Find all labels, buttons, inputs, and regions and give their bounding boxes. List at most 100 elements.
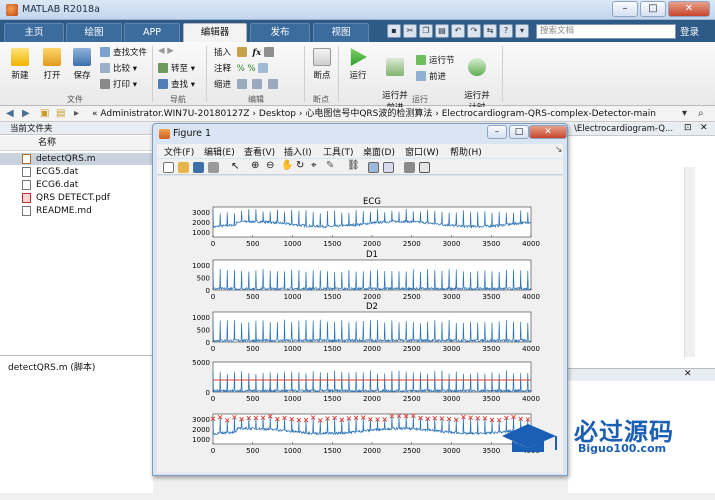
zoom-in-icon[interactable]: ⊕ [251,160,262,171]
menu-dock-icon[interactable]: ↘ [555,145,563,155]
file-row[interactable]: ECG6.dat [0,179,153,191]
x-tick-label: 3500 [482,395,500,403]
save-qat-icon[interactable]: ▪ [387,24,401,38]
maximize-button[interactable]: □ [640,1,666,17]
back-forward-icons[interactable]: ◀ ▶ [158,46,174,56]
rotate-icon[interactable]: ↻ [296,160,307,171]
file-row[interactable]: README.md [0,205,153,217]
figure-minimize-button[interactable]: – [487,125,507,139]
edit-plot-icon[interactable]: ↖ [231,161,242,172]
forward-arrow-icon[interactable]: ▶ [22,108,30,119]
tab-plots[interactable]: 绘图 [66,23,122,42]
indent-button[interactable]: 缩进 [214,78,281,90]
tab-view[interactable]: 视图 [313,23,369,42]
menu-view[interactable]: 查看(V) [244,145,275,158]
tab-home[interactable]: 主页 [4,23,64,42]
browse-folder-icon[interactable]: ▤ [56,108,65,119]
copy-qat-icon[interactable]: ❐ [419,24,433,38]
address-dropdown-icon[interactable]: ▾ [682,108,687,119]
search-docs-input[interactable]: 搜索文档 [536,24,676,39]
show-plot-tools-icon[interactable] [419,162,430,173]
compare-label: 比较 [113,64,131,74]
menu-insert[interactable]: 插入(I) [284,145,312,158]
editor-undock-icon[interactable]: ⊡ [684,123,692,133]
switch-window-icon[interactable]: ⇆ [483,24,497,38]
find-label: 查找 [171,80,189,90]
data-cursor-icon[interactable]: ⌖ [311,160,322,171]
uncomment-icon: % [247,64,256,74]
editor-close-icon[interactable]: ✕ [700,123,708,133]
insert-label: 插入 [214,48,232,58]
file-row[interactable]: detectQRS.m [0,153,153,165]
legend-icon[interactable] [383,162,394,173]
brush-icon[interactable]: ✎ [326,160,337,171]
insert-button[interactable]: 插入 fx [214,46,277,58]
subplot-axes [212,311,532,343]
new-button[interactable]: 新建 [6,48,34,81]
menu-desktop[interactable]: 桌面(D) [363,145,395,158]
breakpoints-button[interactable]: 断点 [308,48,336,81]
address-search-icon[interactable]: ⌕ [698,108,704,119]
paste-qat-icon[interactable]: ▤ [435,24,449,38]
tab-publish[interactable]: 发布 [250,23,310,42]
name-column-header[interactable]: 名称 [0,136,153,151]
path-dropdown-icon[interactable]: ▸ [74,108,79,119]
tab-editor[interactable]: 编辑器 [183,23,247,42]
file-row[interactable]: QRS DETECT.pdf [0,192,153,204]
menu-file[interactable]: 文件(F) [164,145,194,158]
help-qat-icon[interactable]: ? [499,24,513,38]
y-tick-label: 5000 [192,359,210,367]
find-button[interactable]: 查找 ▾ [158,78,195,90]
x-tick-label: 2000 [363,240,381,248]
menu-tools[interactable]: 工具(T) [323,145,354,158]
hide-plot-tools-icon[interactable] [404,162,415,173]
new-figure-icon[interactable] [163,162,174,173]
close-button[interactable]: ✕ [668,1,710,17]
link-plot-icon[interactable]: ⛓ [347,160,360,171]
ribbon: 新建 打开 保存 查找文件 比较 ▾ 打印 ▾ 文件 ◀ ▶ 转至 ▾ 查找 ▾… [0,42,715,113]
find-files-button[interactable]: 查找文件 [100,46,147,58]
workspace-close-icon[interactable]: ✕ [684,369,692,379]
y-tick-label: 0 [206,339,210,347]
save-button[interactable]: 保存 [68,48,96,81]
qat-dropdown-icon[interactable]: ▾ [515,24,529,38]
colorbar-icon[interactable] [368,162,379,173]
x-tick-label: 0 [211,345,215,353]
undo-qat-icon[interactable]: ↶ [451,24,465,38]
print-button[interactable]: 打印 ▾ [100,78,137,90]
run-button[interactable]: 运行 [344,48,372,81]
comment-button[interactable]: 注释 % % [214,62,271,74]
file-name: ECG6.dat [36,180,79,190]
x-tick-label: 0 [211,240,215,248]
compare-button[interactable]: 比较 ▾ [100,62,137,74]
subplot-axes [212,259,532,291]
minimize-button[interactable]: – [612,1,638,17]
print-figure-icon[interactable] [208,162,219,173]
save-figure-icon[interactable] [193,162,204,173]
login-link[interactable]: 登录 [680,24,699,38]
back-arrow-icon[interactable]: ◀ [6,108,14,119]
zoom-out-icon[interactable]: ⊖ [266,160,277,171]
pan-icon[interactable]: ✋ [281,160,293,171]
folder-up-icon[interactable]: ▣ [40,108,49,119]
advance-button[interactable]: 前进 [416,70,446,82]
y-tick-label: 1000 [192,314,210,322]
x-tick-label: 3000 [443,293,461,301]
editor-scrollbar[interactable] [684,167,695,357]
x-tick-label: 3500 [482,240,500,248]
figure-close-button[interactable]: ✕ [529,125,567,139]
tab-apps[interactable]: APP [124,23,180,42]
run-section-button[interactable]: 运行节 [416,54,455,66]
open-button[interactable]: 打开 [38,48,66,81]
menu-edit[interactable]: 编辑(E) [204,145,235,158]
redo-qat-icon[interactable]: ↷ [467,24,481,38]
goto-button[interactable]: 转至 ▾ [158,62,195,74]
figure-maximize-button[interactable]: □ [509,125,529,139]
open-file-icon[interactable] [178,162,189,173]
breadcrumb[interactable]: « Administrator.WIN7U-20180127Z › Deskto… [92,107,656,121]
group-edit-label: 编辑 [248,95,264,104]
menu-help[interactable]: 帮助(H) [450,145,482,158]
file-row[interactable]: ECG5.dat [0,166,153,178]
cut-qat-icon[interactable]: ✂ [403,24,417,38]
menu-window[interactable]: 窗口(W) [405,145,439,158]
